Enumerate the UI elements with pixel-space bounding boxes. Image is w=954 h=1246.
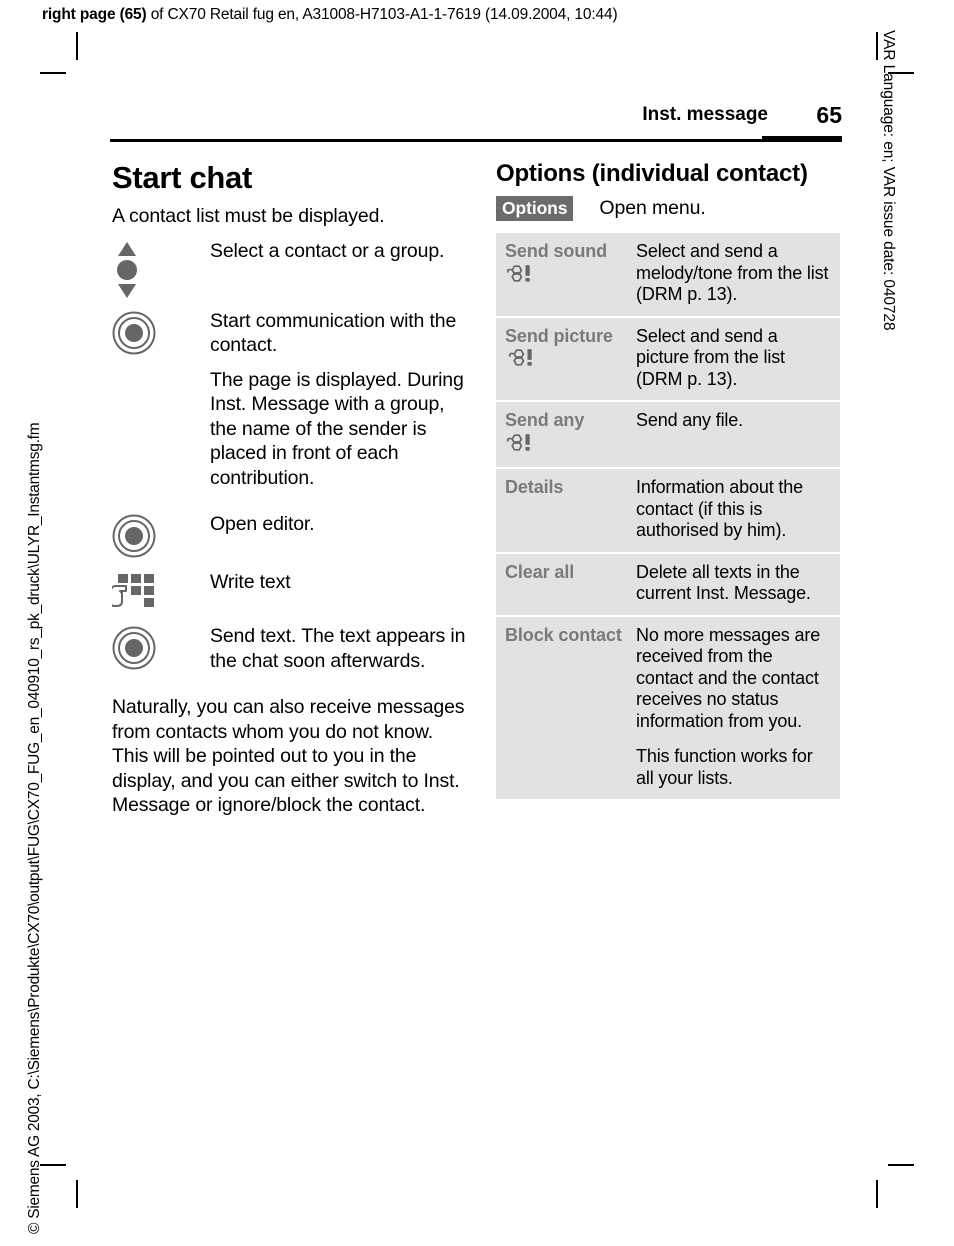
ok-key-icon bbox=[112, 626, 210, 670]
table-row: Details Information about the contact (i… bbox=[496, 468, 840, 554]
table-row: Send any Send any file. bbox=[496, 401, 840, 469]
page-title: Start chat bbox=[112, 160, 252, 195]
crop-mark-top-left-vertical bbox=[76, 32, 78, 60]
option-description-cell: Delete all texts in the current Inst. Me… bbox=[632, 552, 840, 617]
step-row: The page is displayed. During Inst. Mess… bbox=[112, 368, 467, 491]
table-row: Clear all Delete all texts in the curren… bbox=[496, 552, 840, 617]
option-description-cell: Information about the contact (if this i… bbox=[632, 468, 840, 554]
step-key-cell bbox=[112, 309, 210, 355]
step-row: Select a contact or a group. bbox=[112, 239, 467, 299]
option-description-cell: No more messages are received from the c… bbox=[632, 616, 840, 800]
ok-key-icon bbox=[112, 311, 210, 355]
crop-mark-bottom-left-vertical bbox=[76, 1180, 78, 1208]
right-column: Options (individual contact) Options Ope… bbox=[496, 160, 841, 799]
header-rule-thick bbox=[762, 136, 842, 142]
step-row: Write text bbox=[112, 570, 467, 612]
table-row: Send picture Select and send a picture f… bbox=[496, 316, 840, 402]
option-term-cell: Send picture bbox=[496, 316, 632, 402]
print-job-info-rest: of CX70 Retail fug en, A31008-H7103-A1-1… bbox=[146, 6, 618, 23]
step-description: Write text bbox=[210, 571, 291, 593]
page-number: 65 bbox=[816, 102, 842, 128]
table-row: Block contact No more messages are recei… bbox=[496, 615, 840, 800]
option-term-cell: Clear all bbox=[496, 552, 632, 617]
drm-icon bbox=[507, 347, 539, 372]
option-description-paragraph: Select and send a picture from the list … bbox=[636, 325, 785, 389]
option-term-label: Clear all bbox=[505, 561, 575, 582]
option-term-label: Send any bbox=[505, 410, 585, 430]
options-table: Send sound Select and send a melody/tone… bbox=[496, 233, 840, 799]
crop-mark-bottom-right-horizontal bbox=[888, 1164, 914, 1166]
closing-paragraph: Naturally, you can also receive messages… bbox=[112, 696, 465, 816]
drm-icon bbox=[505, 432, 626, 457]
options-softkey-description: Open menu. bbox=[599, 197, 706, 219]
page-header-title: Inst. message bbox=[642, 104, 768, 125]
ok-key-icon bbox=[112, 514, 210, 558]
option-description-cell: Send any file. bbox=[632, 401, 840, 469]
step-key-cell bbox=[112, 239, 210, 299]
var-language-side-note: VAR Language: en; VAR issue date: 040728 bbox=[880, 30, 897, 331]
option-description-cell: Select and send a melody/tone from the l… bbox=[632, 233, 840, 318]
step-row: Send text. The text appears in the chat … bbox=[112, 624, 467, 673]
option-term-cell: Details bbox=[496, 468, 632, 554]
navigation-key-icon bbox=[112, 241, 210, 299]
step-key-cell bbox=[112, 512, 210, 558]
print-job-info-bold: right page (65) bbox=[42, 6, 147, 23]
step-row: Start communication with the contact. bbox=[112, 309, 467, 358]
keypad-key-icon bbox=[112, 572, 210, 612]
option-description-paragraph: No more messages are received from the c… bbox=[636, 624, 821, 731]
table-row: Send sound Select and send a melody/tone… bbox=[496, 233, 840, 318]
intro-paragraph: A contact list must be displayed. bbox=[112, 205, 385, 227]
option-description-paragraph: This function works for all your lists. bbox=[636, 746, 813, 788]
option-term-cell: Send any bbox=[496, 401, 632, 469]
options-menu-row: Options Open menu. bbox=[496, 196, 841, 221]
option-description-paragraph: Send any file. bbox=[636, 410, 743, 430]
option-term-label: Send sound bbox=[505, 241, 607, 261]
crop-mark-top-left-horizontal bbox=[40, 72, 66, 74]
step-description: The page is displayed. During Inst. Mess… bbox=[210, 368, 464, 489]
option-description-paragraph: Information about the contact (if this i… bbox=[636, 477, 803, 540]
step-description: Send text. The text appears in the chat … bbox=[210, 625, 466, 672]
option-term-label: Details bbox=[505, 477, 564, 497]
option-description-cell: Select and send a picture from the list … bbox=[632, 316, 840, 402]
step-key-cell bbox=[112, 570, 210, 612]
step-description: Select a contact or a group. bbox=[210, 239, 445, 262]
step-description: Open editor. bbox=[210, 513, 315, 535]
drm-icon bbox=[505, 263, 626, 288]
print-job-info-line: right page (65) of CX70 Retail fug en, A… bbox=[42, 6, 618, 24]
left-column: Start chat A contact list must be displa… bbox=[112, 160, 467, 820]
copyright-filepath-side-note: © Siemens AG 2003, C:\Siemens\Produkte\C… bbox=[26, 422, 43, 1234]
option-description-paragraph: Delete all texts in the current Inst. Me… bbox=[636, 561, 811, 604]
crop-mark-bottom-right-vertical bbox=[876, 1180, 878, 1208]
option-term-label: Block contact bbox=[505, 624, 622, 645]
options-section-title: Options (individual contact) bbox=[496, 160, 808, 187]
crop-mark-top-right-vertical bbox=[876, 32, 878, 60]
option-term-cell: Block contact bbox=[496, 616, 632, 800]
step-key-cell-empty bbox=[112, 368, 210, 370]
options-softkey-badge[interactable]: Options bbox=[496, 196, 574, 221]
header-rule-thin bbox=[110, 139, 842, 142]
option-term-cell: Send sound bbox=[496, 233, 632, 318]
step-row: Open editor. bbox=[112, 512, 467, 558]
option-term-label: Send picture bbox=[505, 325, 613, 346]
step-description: Start communication with the contact. bbox=[210, 309, 457, 357]
option-description-paragraph: Select and send a melody/tone from the l… bbox=[636, 241, 829, 304]
step-key-cell bbox=[112, 624, 210, 670]
